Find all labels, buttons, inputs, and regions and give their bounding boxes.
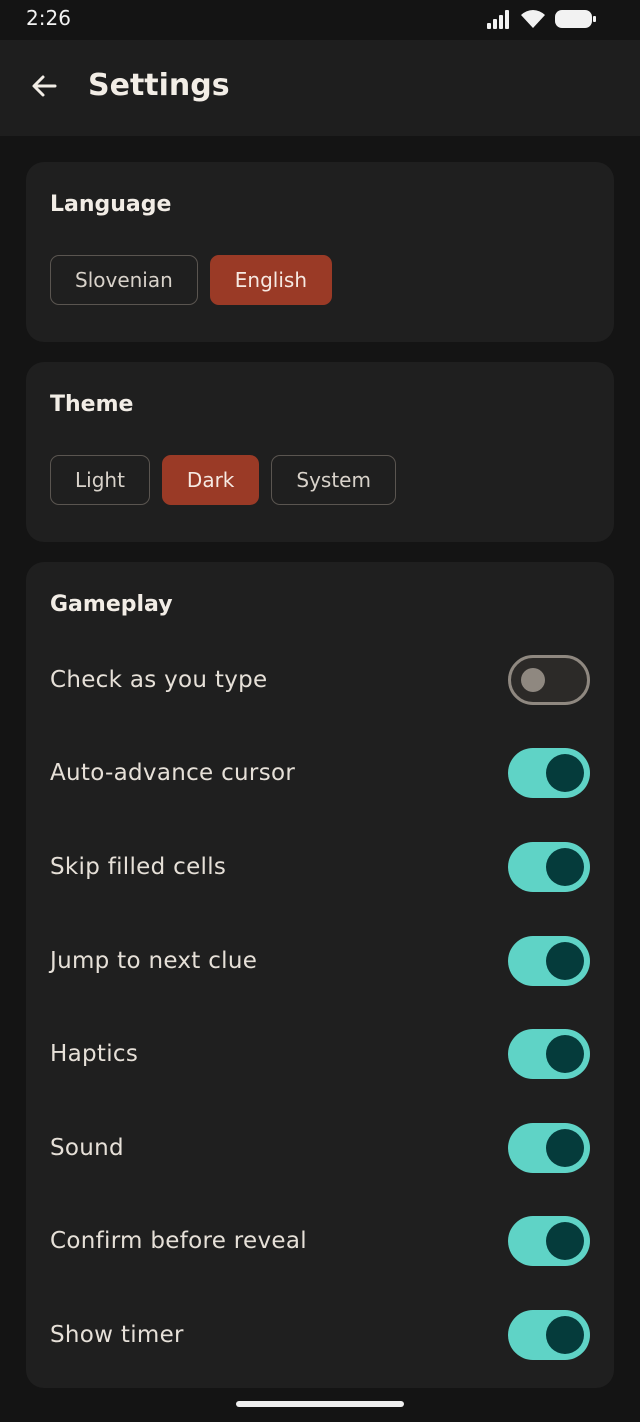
language-option-slovenian[interactable]: Slovenian bbox=[50, 255, 198, 305]
signal-icon bbox=[486, 9, 512, 33]
setting-label: Haptics bbox=[50, 1041, 139, 1067]
status-icons bbox=[486, 8, 598, 34]
theme-options: Light Dark System bbox=[50, 455, 396, 505]
check-as-you-type-toggle[interactable] bbox=[508, 655, 590, 705]
setting-label: Auto-advance cursor bbox=[50, 760, 296, 786]
theme-option-system[interactable]: System bbox=[271, 455, 396, 505]
language-title: Language bbox=[50, 192, 172, 217]
gameplay-title: Gameplay bbox=[50, 592, 173, 617]
setting-confirm-before-reveal[interactable]: Confirm before reveal bbox=[50, 1211, 590, 1271]
home-indicator[interactable] bbox=[236, 1401, 404, 1407]
theme-option-light[interactable]: Light bbox=[50, 455, 150, 505]
language-options: Slovenian English bbox=[50, 255, 333, 305]
jump-to-next-clue-toggle[interactable] bbox=[508, 936, 590, 986]
toggle-knob bbox=[546, 1316, 584, 1354]
sound-toggle[interactable] bbox=[508, 1123, 590, 1173]
setting-sound[interactable]: Sound bbox=[50, 1118, 590, 1178]
toggle-knob bbox=[546, 1222, 584, 1260]
setting-jump-to-next-clue[interactable]: Jump to next clue bbox=[50, 931, 590, 991]
setting-label: Skip filled cells bbox=[50, 854, 227, 880]
setting-label: Jump to next clue bbox=[50, 948, 258, 974]
haptics-toggle[interactable] bbox=[508, 1029, 590, 1079]
theme-card: Theme Light Dark System bbox=[26, 362, 614, 542]
status-bar: 2:26 bbox=[0, 0, 640, 40]
theme-title: Theme bbox=[50, 392, 134, 417]
toggle-knob bbox=[546, 848, 584, 886]
toggle-knob bbox=[546, 1035, 584, 1073]
setting-label: Show timer bbox=[50, 1322, 184, 1348]
toggle-knob bbox=[546, 754, 584, 792]
setting-label: Sound bbox=[50, 1135, 124, 1161]
wifi-icon bbox=[520, 9, 546, 33]
battery-icon bbox=[554, 8, 598, 34]
status-time: 2:26 bbox=[26, 6, 71, 30]
back-button[interactable] bbox=[18, 64, 70, 112]
toggle-knob bbox=[546, 1129, 584, 1167]
confirm-before-reveal-toggle[interactable] bbox=[508, 1216, 590, 1266]
setting-label: Check as you type bbox=[50, 667, 268, 693]
skip-filled-cells-toggle[interactable] bbox=[508, 842, 590, 892]
language-option-english[interactable]: English bbox=[209, 255, 333, 305]
setting-show-timer[interactable]: Show timer bbox=[50, 1305, 590, 1365]
app-bar: Settings bbox=[0, 40, 640, 136]
back-arrow-icon bbox=[30, 72, 58, 104]
language-card: Language Slovenian English bbox=[26, 162, 614, 342]
page-title: Settings bbox=[88, 68, 230, 103]
setting-auto-advance-cursor[interactable]: Auto-advance cursor bbox=[50, 743, 590, 803]
setting-check-as-you-type[interactable]: Check as you type bbox=[50, 650, 590, 710]
setting-haptics[interactable]: Haptics bbox=[50, 1024, 590, 1084]
gameplay-card: Gameplay Check as you type Auto-advance … bbox=[26, 562, 614, 1388]
toggle-knob bbox=[546, 942, 584, 980]
theme-option-dark[interactable]: Dark bbox=[161, 455, 260, 505]
show-timer-toggle[interactable] bbox=[508, 1310, 590, 1360]
setting-skip-filled-cells[interactable]: Skip filled cells bbox=[50, 837, 590, 897]
toggle-knob bbox=[521, 668, 545, 692]
auto-advance-cursor-toggle[interactable] bbox=[508, 748, 590, 798]
setting-label: Confirm before reveal bbox=[50, 1228, 307, 1254]
